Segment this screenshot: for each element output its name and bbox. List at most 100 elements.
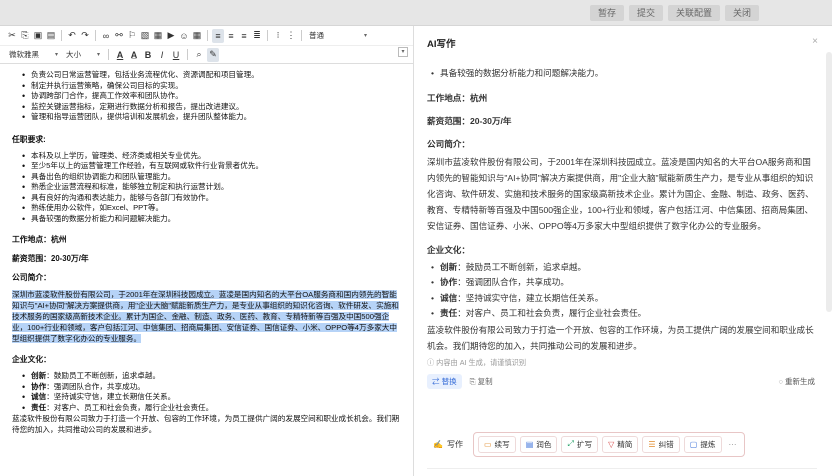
list-item: 至少5年以上的运营管理工作经验，有互联网或软件行业背景者优先。	[22, 161, 402, 172]
anchor-icon[interactable]: ⚐	[126, 29, 138, 43]
chevron-down-icon: ▾	[97, 52, 101, 58]
simplify-icon: ▽	[608, 439, 615, 449]
image-icon[interactable]: ▧	[139, 29, 151, 43]
font-size-select[interactable]: 大小 ▾	[63, 49, 103, 60]
tool-continue-button[interactable]: ▭ 续写	[477, 435, 516, 453]
list-item: 具有良好的沟通和表达能力，能够与各部门有效协作。	[22, 193, 402, 204]
list-item: 协作：强调团队合作，共享成功。	[431, 275, 815, 291]
culture-value: ：鼓励员工不断创新，追求卓越。	[46, 371, 161, 380]
result-list: 具备较强的数据分析能力和问题解决能力。	[427, 66, 815, 82]
culture-list: 创新：鼓励员工不断创新，追求卓越。 协作：强调团队合作，共享成功。 诚信：坚持诚…	[427, 260, 815, 322]
divider	[95, 30, 96, 41]
emoji-icon[interactable]: ☺	[178, 29, 190, 43]
underline-icon[interactable]: U	[170, 48, 182, 62]
numbered-list-icon[interactable]: ⁝	[272, 29, 284, 43]
italic-icon[interactable]: I	[156, 48, 168, 62]
text-color-icon[interactable]: A	[114, 48, 126, 62]
cut-icon[interactable]: ✂	[6, 29, 18, 43]
more-icon[interactable]: ···	[726, 440, 740, 449]
panel-scrollbar[interactable]	[826, 52, 832, 312]
regenerate-button[interactable]: ◌ 重新生成	[778, 376, 815, 387]
ai-writing-panel: AI写作 × 具备较强的数据分析能力和问题解决能力。 工作地点：杭州 薪资范围：…	[415, 26, 832, 476]
top-action-bar: 暂存 提交 关联配置 关闭	[0, 0, 832, 26]
align-left-icon[interactable]: ≡	[212, 28, 224, 43]
writing-tools: ▭ 续写 ▤ 润色 ⤢ 扩写 ▽ 精简 ☰ 纠错 ▢ 提炼 ···	[472, 431, 745, 457]
panel-title: AI写作	[427, 39, 456, 50]
paragraph-format-select[interactable]: 普通 ▾	[306, 30, 370, 41]
intro-paragraph-selected: 深圳市蓝凌软件股份有限公司，于2001年在深圳科技园成立。蓝凌是国内知名的大平台…	[12, 289, 402, 344]
divider	[187, 49, 189, 60]
culture-heading: 企业文化：	[12, 355, 51, 364]
polish-icon: ▤	[525, 439, 534, 449]
unlink-icon[interactable]: ⚯	[113, 29, 125, 43]
paragraph-format-value: 普通	[309, 31, 324, 40]
find-replace-icon[interactable]: ⌕	[193, 48, 205, 62]
divider	[267, 30, 268, 41]
copy-button[interactable]: ⎘ 复制	[470, 376, 493, 387]
result-actions: ⇄ 替换 ⎘ 复制 ◌ 重新生成	[427, 373, 815, 389]
align-center-icon[interactable]: ≡	[225, 29, 237, 43]
culture-value: ：坚持诚实守信，建立长期信任关系。	[457, 292, 604, 303]
submit-button[interactable]: 提交	[629, 5, 664, 21]
culture-value: ：对客户、员工和社会负责，履行企业社会责任。	[46, 402, 214, 412]
list-item: 熟悉企业运营流程和标准，能够独立制定和执行运营计划。	[22, 182, 402, 193]
tool-polish-button[interactable]: ▤ 润色	[519, 435, 558, 453]
requirements-list: 本科及以上学历，管理类、经济类或相关专业优先。 至少5年以上的运营管理工作经验，…	[12, 151, 402, 225]
undo-icon[interactable]: ↶	[66, 29, 78, 43]
tool-label: 提炼	[700, 439, 716, 449]
list-item: 创新：鼓励员工不断创新，追求卓越。	[431, 260, 815, 276]
editor-toolbar-row-2: 微软雅黑 ▾ 大小 ▾ A A̲ B I U ⌕ ✎	[0, 46, 413, 64]
list-item: 创新：鼓励员工不断创新，追求卓越。	[22, 371, 402, 382]
culture-key: 诚信	[31, 392, 47, 401]
culture-key: 创新	[440, 261, 458, 272]
bold-icon[interactable]: B	[142, 48, 154, 62]
replace-button[interactable]: ⇄ 替换	[427, 373, 462, 389]
divider	[207, 30, 208, 41]
tool-simplify-button[interactable]: ▽ 精简	[602, 435, 639, 453]
copy-icon[interactable]: ⎘	[19, 29, 31, 43]
correct-icon: ☰	[648, 439, 656, 449]
list-item: 制定并执行运营策略，确保公司目标的实现。	[22, 81, 402, 92]
culture-key: 创新	[31, 371, 47, 380]
location-line: 工作地点：杭州	[427, 92, 488, 103]
tool-label: 纠错	[658, 439, 674, 449]
paste-text-icon[interactable]: ▤	[45, 29, 57, 43]
close-button[interactable]: 关闭	[725, 5, 760, 21]
continue-icon: ▭	[483, 439, 492, 449]
list-item: 诚信：坚持诚实守信，建立长期信任关系。	[22, 392, 402, 403]
video-icon[interactable]: ▶	[165, 29, 177, 43]
expand-icon: ⤢	[567, 439, 574, 448]
link-config-button[interactable]: 关联配置	[668, 5, 721, 21]
close-icon[interactable]: ×	[812, 36, 818, 47]
culture-key: 协作	[440, 277, 458, 287]
table-icon[interactable]: ▦	[191, 29, 203, 43]
align-right-icon[interactable]: ≡	[238, 29, 250, 43]
tool-expand-button[interactable]: ⤢ 扩写	[561, 435, 599, 453]
redo-icon[interactable]: ↷	[79, 29, 91, 43]
write-button[interactable]: ✍ 写作	[433, 439, 463, 450]
list-item: 责任：对客户、员工和社会负责，履行企业社会责任。	[431, 306, 815, 322]
media-icon[interactable]: ▦	[152, 29, 164, 43]
remove-format-icon[interactable]: ✎	[207, 47, 220, 62]
document-body[interactable]: 负责公司日常运营管理，包括业务流程优化、资源调配和项目管理。 制定并执行运营策略…	[12, 70, 402, 435]
ai-tool-bar: ✍ 写作 ▭ 续写 ▤ 润色 ⤢ 扩写 ▽ 精简 ☰ 纠错 ▢ 提炼 ···	[427, 430, 745, 458]
write-label: 写作	[446, 439, 463, 449]
culture-value: ：鼓励员工不断创新，追求卓越。	[457, 261, 587, 272]
tool-extract-button[interactable]: ▢ 提炼	[683, 435, 722, 453]
background-color-icon[interactable]: A̲	[128, 48, 140, 62]
font-size-value: 大小	[66, 50, 82, 59]
intro-paragraph: 深圳市蓝凌软件股份有限公司，于2001年在深圳科技园成立。蓝凌是国内知名的大平台…	[427, 156, 814, 231]
intro-heading: 公司简介：	[12, 273, 51, 282]
link-icon[interactable]: ∞	[100, 29, 112, 43]
save-draft-button[interactable]: 暂存	[590, 5, 625, 21]
bulleted-list-icon[interactable]: ⋮	[285, 29, 297, 43]
justify-icon[interactable]: ≣	[251, 29, 263, 43]
list-item: 管理和指导运营团队，提供培训和发展机会，提升团队整体能力。	[22, 112, 402, 123]
culture-key: 责任	[31, 402, 47, 412]
toolbar-collapse-icon[interactable]: ▾	[398, 47, 408, 57]
font-family-select[interactable]: 微软雅黑 ▾	[6, 49, 61, 60]
tool-correct-button[interactable]: ☰ 纠错	[642, 435, 680, 453]
chevron-down-icon: ▾	[55, 52, 59, 58]
paste-icon[interactable]: ▣	[32, 29, 44, 43]
culture-key: 责任	[440, 308, 458, 318]
